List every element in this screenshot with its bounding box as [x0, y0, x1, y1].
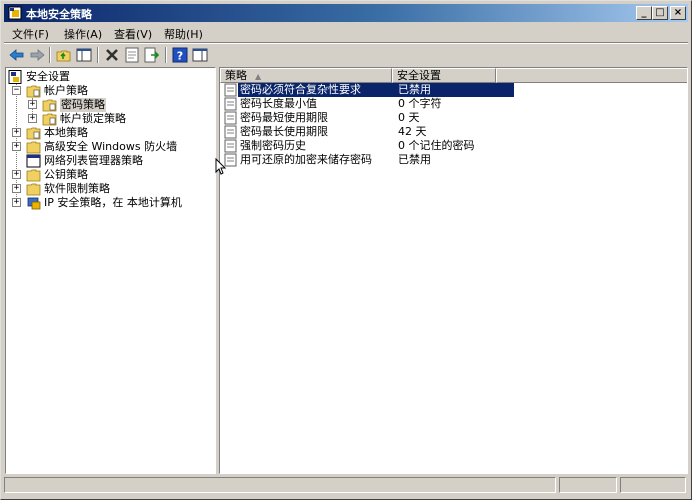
policy-name: 密码最长使用期限 [240, 125, 328, 138]
tree-item-public-key-policies[interactable]: + 公钥策略 [6, 168, 215, 182]
security-settings-icon [8, 70, 22, 84]
tree-item-security-settings[interactable]: 安全设置 [6, 70, 215, 84]
folder-policy-icon [26, 127, 41, 140]
list-item[interactable]: 密码长度最小值 0 个字符 [222, 97, 687, 111]
tree-item-account-lockout-policy[interactable]: + 帐户锁定策略 [6, 112, 215, 126]
tree-label: 帐户锁定策略 [60, 112, 126, 125]
list-item[interactable]: 密码最长使用期限 42 天 [222, 125, 687, 139]
policy-setting-icon [224, 125, 237, 139]
menu-file[interactable]: 文件(F) [12, 26, 49, 42]
policy-document-icon [26, 154, 41, 168]
security-policy-icon [8, 6, 22, 20]
policy-name: 密码最短使用期限 [240, 111, 328, 124]
folder-policy-icon [42, 99, 57, 112]
list-item[interactable]: 强制密码历史 0 个记住的密码 [222, 139, 687, 153]
tree-item-network-list-manager[interactable]: 网络列表管理器策略 [6, 154, 215, 168]
status-pane-main [4, 477, 556, 493]
list-item[interactable]: 密码必须符合复杂性要求 已禁用 [222, 83, 687, 97]
toolbar-separator [165, 47, 167, 63]
policy-setting-icon [224, 111, 237, 125]
maximize-button[interactable]: □ [652, 6, 668, 20]
column-header-policy[interactable]: 策略 ▲ [220, 68, 392, 83]
tree-item-software-restriction[interactable]: + 软件限制策略 [6, 182, 215, 196]
policy-name: 强制密码历史 [240, 139, 306, 152]
tree-item-password-policy[interactable]: + 密码策略 [6, 98, 215, 112]
mouse-cursor-icon [215, 158, 227, 175]
policy-value: 0 个字符 [398, 97, 442, 110]
window-title: 本地安全策略 [26, 8, 92, 21]
status-pane [559, 477, 617, 493]
policy-value: 已禁用 [398, 153, 431, 166]
tree-label: 安全设置 [26, 70, 70, 83]
tree-label: 公钥策略 [44, 168, 88, 181]
menu-help[interactable]: 帮助(H) [164, 26, 203, 42]
folder-icon [26, 183, 41, 196]
expand-toggle[interactable]: + [12, 198, 21, 207]
policy-value: 0 个记住的密码 [398, 139, 475, 152]
expand-toggle[interactable]: + [12, 184, 21, 193]
view-icon[interactable] [191, 46, 209, 64]
tree-pane[interactable]: 安全设置 − 帐户策略 + 密码策略 + 帐户锁定策略 + 本地策略 + 高级安… [5, 67, 216, 474]
toolbar-separator [97, 47, 99, 63]
tree-label: 高级安全 Windows 防火墙 [44, 140, 178, 153]
list-item[interactable]: 用可还原的加密来储存密码 已禁用 [222, 153, 687, 167]
tree-item-local-policies[interactable]: + 本地策略 [6, 126, 215, 140]
toolbar: ? [4, 44, 688, 66]
title-bar[interactable]: 本地安全策略 _ □ × [4, 4, 688, 22]
folder-policy-icon [26, 85, 41, 98]
tree-label: IP 安全策略，在 本地计算机 [44, 196, 182, 209]
expand-toggle[interactable]: + [28, 100, 37, 109]
menu-view[interactable]: 查看(V) [114, 26, 152, 42]
folder-icon [26, 169, 41, 182]
policy-name: 用可还原的加密来储存密码 [240, 153, 372, 166]
minimize-button[interactable]: _ [636, 6, 652, 20]
status-pane [620, 477, 686, 493]
policy-setting-icon [224, 97, 237, 111]
tree-label: 密码策略 [60, 98, 106, 112]
expand-toggle[interactable]: + [12, 142, 21, 151]
close-button[interactable]: × [670, 6, 686, 20]
up-folder-icon[interactable] [55, 46, 73, 64]
forward-icon[interactable] [28, 46, 46, 64]
policy-list[interactable]: 策略▲ 安全设置 密码必须符合复杂性要求 已禁用 密码长度最小值 0 个字符 [219, 67, 688, 474]
tree-label: 网络列表管理器策略 [44, 154, 143, 167]
main-window: 本地安全策略 _ □ × 文件(F) 操作(A) 查看(V) 帮助(H) ? 安… [0, 0, 692, 500]
menu-action[interactable]: 操作(A) [64, 26, 102, 42]
policy-value: 0 天 [398, 111, 420, 124]
status-bar [4, 477, 688, 495]
tree-item-firewall[interactable]: + 高级安全 Windows 防火墙 [6, 140, 215, 154]
list-item[interactable]: 密码最短使用期限 0 天 [222, 111, 687, 125]
menu-bar: 文件(F) 操作(A) 查看(V) 帮助(H) [4, 24, 688, 42]
export-list-icon[interactable] [143, 46, 161, 64]
show-hide-tree-icon[interactable] [75, 46, 93, 64]
tree-label: 本地策略 [44, 126, 88, 139]
tree-item-ip-security[interactable]: + IP 安全策略，在 本地计算机 [6, 196, 215, 210]
back-icon[interactable] [8, 46, 26, 64]
folder-policy-icon [42, 113, 57, 126]
policy-name: 密码必须符合复杂性要求 [240, 83, 361, 96]
expand-toggle[interactable]: + [28, 114, 37, 123]
policy-value: 已禁用 [398, 83, 431, 96]
expand-toggle[interactable]: + [12, 170, 21, 179]
column-header-filler [496, 68, 687, 83]
column-header-security-setting[interactable]: 安全设置 [392, 68, 496, 83]
sort-ascending-icon: ▲ [255, 72, 262, 81]
expand-toggle[interactable]: + [12, 128, 21, 137]
properties-icon[interactable] [123, 46, 141, 64]
ip-security-icon [27, 197, 41, 210]
policy-setting-icon [224, 83, 237, 97]
tree-item-account-policies[interactable]: − 帐户策略 [6, 84, 215, 98]
policy-name: 密码长度最小值 [240, 97, 317, 110]
folder-icon [26, 141, 41, 154]
delete-icon[interactable] [103, 46, 121, 64]
toolbar-separator [49, 47, 51, 63]
policy-value: 42 天 [398, 125, 427, 138]
svg-text:?: ? [177, 50, 183, 63]
tree-label: 软件限制策略 [44, 182, 110, 195]
collapse-toggle[interactable]: − [12, 86, 21, 95]
help-icon[interactable]: ? [171, 46, 189, 64]
policy-setting-icon [224, 139, 237, 153]
tree-label: 帐户策略 [44, 84, 88, 97]
